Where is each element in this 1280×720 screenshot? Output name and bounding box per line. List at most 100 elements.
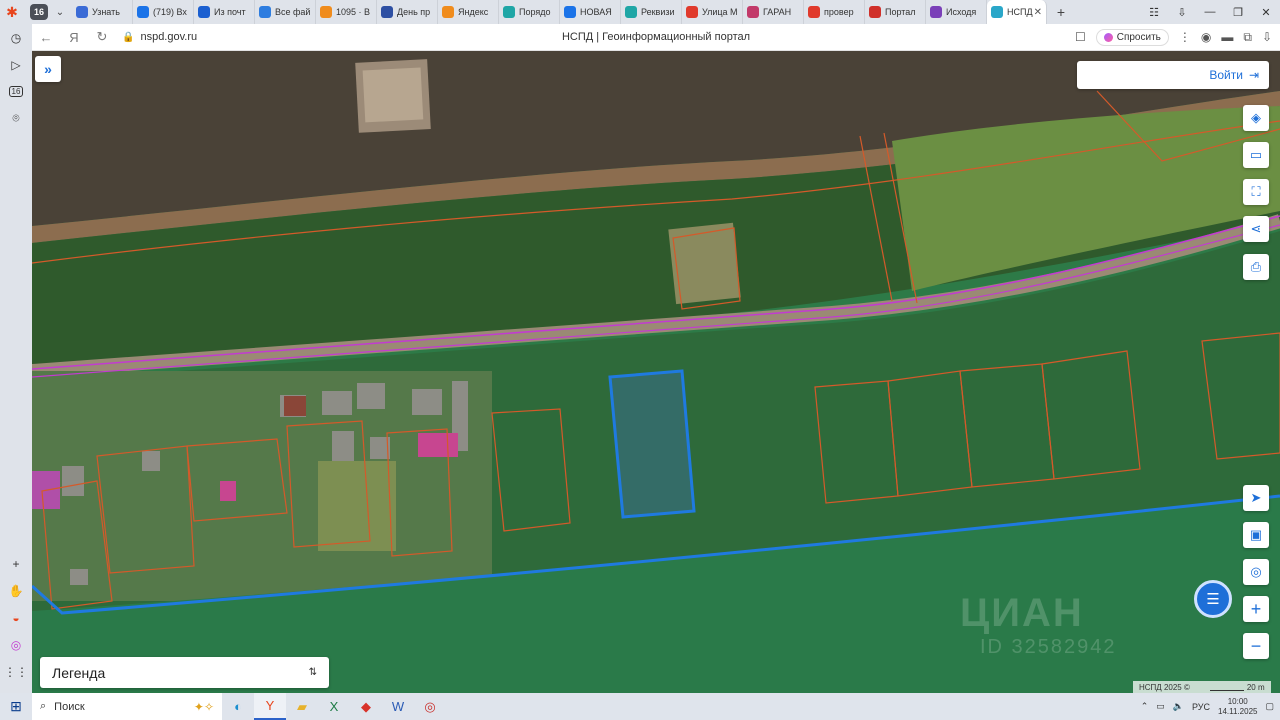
tab-label: Портал bbox=[885, 7, 916, 17]
minimap-button[interactable]: ▣ bbox=[1243, 522, 1269, 548]
chat-button[interactable]: ☰ bbox=[1194, 580, 1232, 618]
alice-sidebar-icon[interactable]: ◎ bbox=[0, 631, 32, 658]
search-location-button[interactable]: ◎ bbox=[1243, 559, 1269, 585]
scale-label: 20 m bbox=[1246, 682, 1265, 692]
layers-button[interactable]: ◈ bbox=[1243, 105, 1269, 131]
tab-label: ГАРАН bbox=[763, 7, 792, 17]
reload-button[interactable]: ↻ bbox=[88, 29, 116, 45]
apps-grid-icon[interactable]: ⋮⋮ bbox=[0, 658, 32, 685]
expand-panel-button[interactable]: » bbox=[35, 56, 61, 82]
excel-app-icon[interactable]: X bbox=[318, 693, 350, 720]
tab-favicon-icon bbox=[137, 6, 149, 18]
tab[interactable]: 1095 · В bbox=[316, 0, 377, 24]
new-tab-button[interactable]: + bbox=[1051, 2, 1071, 22]
tab-favicon-icon bbox=[503, 6, 515, 18]
maximize-button[interactable]: ❐ bbox=[1224, 6, 1252, 19]
watermark-id: ID 32582942 bbox=[980, 636, 1117, 658]
browser-sidebar: ◷ ▷ 16 ⌾ + ✋ ◒ ◎ ⋮⋮ bbox=[0, 24, 32, 693]
calendar-icon[interactable]: 16 bbox=[0, 78, 32, 105]
map-viewport[interactable]: ЦИАН ID 32582942 » Войти ⇥ ◈ ▭ ⛶ ⋖ ⎙ ➤ ▣… bbox=[32, 51, 1280, 693]
hand-icon[interactable]: ✋ bbox=[0, 577, 32, 604]
lock-icon: 🔒 bbox=[122, 31, 135, 43]
login-button[interactable]: Войти ⇥ bbox=[1077, 61, 1269, 89]
tab-label: провер bbox=[824, 7, 854, 17]
tab-favicon-icon bbox=[686, 6, 698, 18]
windows-taskbar: ⊞ ⌕ Поиск ✦✧ ◐ Y ▰ X ◆ W ◎ ⌃ ▭ 🔈 РУС 10:… bbox=[0, 693, 1280, 720]
edge-app-icon[interactable]: ◐ bbox=[222, 693, 254, 720]
search-label: Поиск bbox=[54, 700, 85, 713]
minimize-button[interactable]: — bbox=[1196, 6, 1224, 18]
history-icon[interactable]: ◷ bbox=[0, 24, 32, 51]
tab[interactable]: Исходя bbox=[926, 0, 987, 24]
chevron-down-icon[interactable]: ⌄ bbox=[52, 4, 68, 20]
tab-label: 1095 · В bbox=[336, 7, 371, 17]
extension-icon[interactable]: ◉ bbox=[1201, 30, 1211, 44]
back-button[interactable]: ← bbox=[32, 30, 60, 45]
tab[interactable]: Улица М bbox=[682, 0, 743, 24]
url-field[interactable]: 🔒 nspd.gov.ru bbox=[122, 31, 197, 43]
close-tab-icon[interactable]: ✕ bbox=[1034, 7, 1042, 18]
yandex-app-icon[interactable]: Y bbox=[254, 693, 286, 720]
camera-icon[interactable]: ⌾ bbox=[0, 105, 32, 132]
tab[interactable]: Яндекс bbox=[438, 0, 499, 24]
clock[interactable]: 10:00 14.11.2025 bbox=[1218, 697, 1257, 717]
anydesk-app-icon[interactable]: ◆ bbox=[350, 693, 382, 720]
close-window-button[interactable]: ✕ bbox=[1252, 6, 1280, 19]
explorer-app-icon[interactable]: ▰ bbox=[286, 693, 318, 720]
bookmark-icon[interactable]: ☐ bbox=[1075, 30, 1086, 44]
tab[interactable]: НОВАЯ bbox=[560, 0, 621, 24]
language-indicator[interactable]: РУС bbox=[1192, 702, 1210, 712]
screenshot-icon[interactable]: ⧉ bbox=[1243, 30, 1252, 45]
tab[interactable]: провер bbox=[804, 0, 865, 24]
downloads-icon[interactable]: ⇩ bbox=[1168, 6, 1196, 19]
search-location-icon: ◎ bbox=[1250, 564, 1262, 579]
legend-label: Легенда bbox=[52, 664, 106, 681]
tab-count-badge[interactable]: 16 bbox=[30, 4, 48, 20]
more-icon[interactable]: ⋮ bbox=[1179, 30, 1191, 44]
bookmarks-icon[interactable]: ☷ bbox=[1140, 6, 1168, 19]
yandex-icon[interactable]: Я bbox=[60, 30, 88, 45]
tab[interactable]: Портал bbox=[865, 0, 926, 24]
ruler-button[interactable]: ▭ bbox=[1243, 142, 1269, 168]
tab[interactable]: Узнать bbox=[72, 0, 133, 24]
select-area-button[interactable]: ⛶ bbox=[1243, 179, 1269, 205]
locate-button[interactable]: ➤ bbox=[1243, 485, 1269, 511]
market-icon[interactable]: ◒ bbox=[0, 604, 32, 631]
play-icon[interactable]: ▷ bbox=[0, 51, 32, 78]
window-controls: ☷ ⇩ — ❐ ✕ bbox=[1140, 0, 1280, 24]
taskbar-search[interactable]: ⌕ Поиск ✦✧ bbox=[32, 693, 222, 720]
tab[interactable]: Из почт bbox=[194, 0, 255, 24]
notifications-icon[interactable]: ▢ bbox=[1265, 701, 1274, 712]
zoom-in-button[interactable]: + bbox=[1243, 596, 1269, 622]
satellite-map[interactable] bbox=[32, 51, 1280, 693]
zoom-out-button[interactable]: − bbox=[1243, 633, 1269, 659]
tab[interactable]: Все фай bbox=[255, 0, 316, 24]
ask-button[interactable]: Спросить bbox=[1095, 28, 1169, 46]
tab[interactable]: ГАРАН bbox=[743, 0, 804, 24]
tab-label: Реквизи bbox=[641, 7, 675, 17]
tab-active[interactable]: НСПД ✕ bbox=[987, 0, 1047, 24]
volume-icon[interactable]: 🔈 bbox=[1173, 701, 1184, 712]
share-button[interactable]: ⋖ bbox=[1243, 216, 1269, 242]
network-icon[interactable]: ▭ bbox=[1156, 701, 1165, 712]
tab[interactable]: Порядо bbox=[499, 0, 560, 24]
tab-favicon-icon bbox=[869, 6, 881, 18]
chrome-app-icon[interactable]: ◎ bbox=[414, 693, 446, 720]
windows-start-icon[interactable]: ⊞ bbox=[0, 698, 32, 715]
chat-icon: ☰ bbox=[1206, 591, 1220, 608]
reader-icon[interactable]: ▬ bbox=[1221, 30, 1233, 44]
chevron-up-icon[interactable]: ⌃ bbox=[1141, 701, 1149, 712]
tab[interactable]: День пр bbox=[377, 0, 438, 24]
legend-dropdown[interactable]: Легенда ⇅ bbox=[40, 657, 329, 688]
print-button[interactable]: ⎙ bbox=[1243, 254, 1269, 280]
add-panel-icon[interactable]: + bbox=[0, 550, 32, 577]
word-app-icon[interactable]: W bbox=[382, 693, 414, 720]
downloads-tray-icon[interactable]: ⇩ bbox=[1262, 30, 1272, 44]
tab[interactable]: (719) Вх bbox=[133, 0, 194, 24]
yandex-browser-logo-icon[interactable]: ✱ bbox=[0, 0, 24, 24]
tab-label: (719) Вх bbox=[153, 7, 187, 17]
tab-favicon-icon bbox=[76, 6, 88, 18]
tab-favicon-icon bbox=[198, 6, 210, 18]
tab-label: Исходя bbox=[946, 7, 977, 17]
tab[interactable]: Реквизи bbox=[621, 0, 682, 24]
